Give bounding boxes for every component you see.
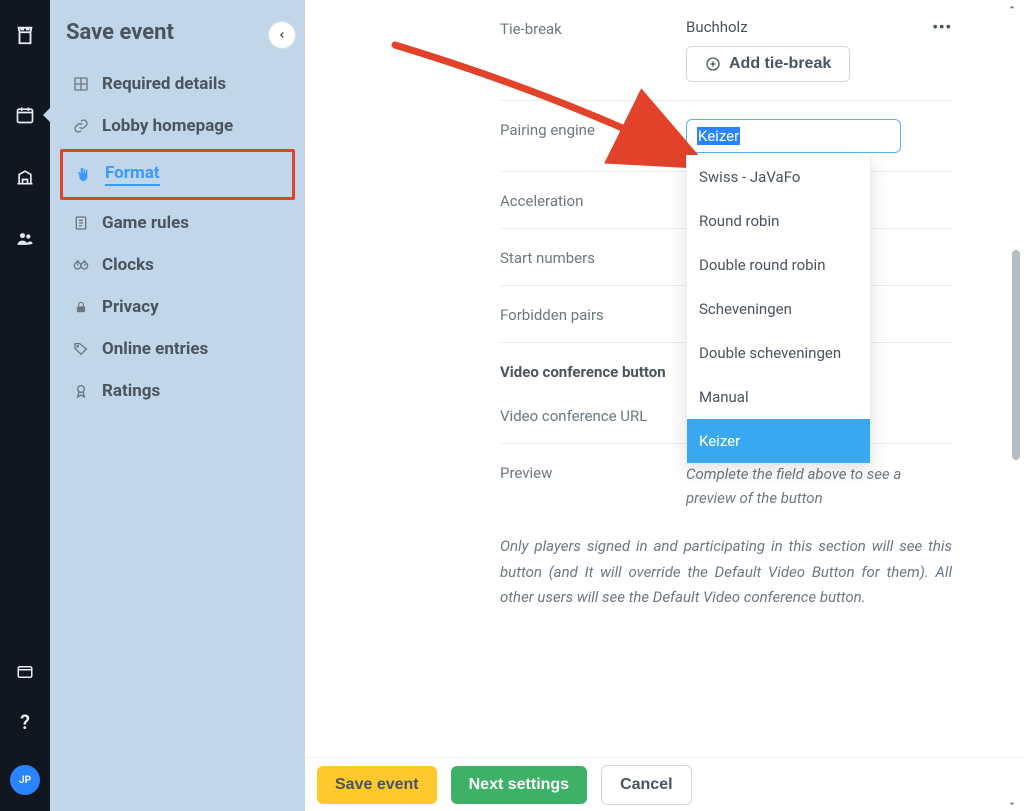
sidebar-item-label: Clocks (102, 255, 154, 275)
label-tie-break: Tie-break (500, 18, 686, 38)
pairing-engine-input[interactable]: Keizer (686, 119, 901, 153)
pairing-engine-combobox[interactable]: Keizer Swiss - JaVaFo Round robin Double… (686, 119, 901, 153)
avatar[interactable]: JP (10, 765, 40, 795)
sidebar-item-label: Game rules (102, 213, 189, 233)
icon-rail: ? JP (0, 0, 50, 811)
row-pairing-engine: Pairing engine Keizer Swiss - JaVaFo Rou… (500, 101, 952, 172)
preview-hint: Complete the field above to see a previe… (686, 462, 952, 510)
scroll-up-icon (1007, 2, 1017, 12)
plus-circle-icon (705, 56, 721, 72)
page-title: Save event (64, 20, 291, 45)
add-tie-break-label: Add tie-break (729, 55, 831, 73)
chess-tower-icon (14, 24, 36, 46)
sidebar-item-lobby-homepage[interactable]: Lobby homepage (64, 105, 291, 147)
label-pairing-engine: Pairing engine (500, 119, 686, 139)
sidebar-item-label: Format (105, 163, 160, 186)
sidebar-item-label: Online entries (102, 339, 208, 359)
link-icon (72, 118, 90, 134)
label-forbidden-pairs: Forbidden pairs (500, 304, 686, 324)
label-preview: Preview (500, 462, 686, 482)
scroll-down-icon (1007, 799, 1017, 809)
label-video-url: Video conference URL (500, 405, 686, 425)
pairing-engine-dropdown: Swiss - JaVaFo Round robin Double round … (686, 155, 871, 464)
sidebar-item-label: Required details (102, 74, 226, 94)
sidebar-item-required-details[interactable]: Required details (64, 63, 291, 105)
sidebar-item-ratings[interactable]: Ratings (64, 370, 291, 412)
main-panel: Tie-break Buchholz ••• Add tie-break Pai… (305, 0, 1024, 811)
sidebar-item-online-entries[interactable]: Online entries (64, 328, 291, 370)
sidebar-item-label: Lobby homepage (102, 116, 233, 136)
dropdown-option-keizer[interactable]: Keizer (687, 419, 870, 463)
chevron-left-icon (277, 30, 287, 40)
window-icon (16, 663, 34, 681)
dropdown-option-double-round-robin[interactable]: Double round robin (687, 243, 870, 287)
label-acceleration: Acceleration (500, 190, 686, 210)
rail-window[interactable] (0, 647, 50, 697)
building-icon (15, 167, 35, 187)
dropdown-option-round-robin[interactable]: Round robin (687, 199, 870, 243)
medal-icon (72, 383, 90, 399)
sidebar-item-label: Privacy (102, 297, 159, 317)
hand-icon (75, 167, 93, 183)
dropdown-option-swiss-javafo[interactable]: Swiss - JaVaFo (687, 155, 870, 199)
cancel-button[interactable]: Cancel (601, 765, 691, 805)
lock-icon (72, 299, 90, 315)
sidebar-item-label: Ratings (102, 381, 160, 401)
clock-icon (72, 257, 90, 273)
scrollbar-thumb[interactable] (1012, 250, 1020, 460)
video-note: Only players signed in and participating… (500, 528, 952, 611)
sidebar-item-game-rules[interactable]: Game rules (64, 202, 291, 244)
annotation-highlight: Format (60, 149, 295, 200)
calendar-icon (15, 105, 35, 125)
dropdown-option-scheveningen[interactable]: Scheveningen (687, 287, 870, 331)
row-tie-break: Tie-break Buchholz ••• Add tie-break (500, 0, 952, 101)
sidebar-item-clocks[interactable]: Clocks (64, 244, 291, 286)
rail-logo[interactable] (0, 10, 50, 60)
collapse-sidebar-button[interactable] (269, 22, 295, 48)
heading-video-conference-button: Video conference button (500, 361, 686, 381)
tie-break-menu-button[interactable]: ••• (932, 18, 952, 36)
rail-help[interactable]: ? (0, 697, 50, 747)
vertical-scrollbar[interactable] (1005, 0, 1020, 811)
sidebar-item-format[interactable]: Format (67, 152, 288, 197)
sidebar: Save event Required details Lobby homepa… (50, 0, 305, 811)
users-icon (15, 229, 35, 249)
sidebar-item-privacy[interactable]: Privacy (64, 286, 291, 328)
rail-calendar[interactable] (0, 90, 50, 140)
dropdown-option-double-scheveningen[interactable]: Double scheveningen (687, 331, 870, 375)
question-icon: ? (20, 710, 30, 734)
add-tie-break-button[interactable]: Add tie-break (686, 46, 850, 82)
dropdown-option-manual[interactable]: Manual (687, 375, 870, 419)
tag-icon (72, 341, 90, 357)
footer-actions: Save event Next settings Cancel (305, 757, 1024, 811)
form-content: Tie-break Buchholz ••• Add tie-break Pai… (500, 0, 970, 611)
grid-icon (72, 76, 90, 92)
document-icon (72, 215, 90, 231)
rail-players[interactable] (0, 214, 50, 264)
tie-break-value: Buchholz (686, 18, 748, 36)
next-settings-button[interactable]: Next settings (451, 766, 587, 804)
rail-venue[interactable] (0, 152, 50, 202)
label-start-numbers: Start numbers (500, 247, 686, 267)
save-event-button[interactable]: Save event (317, 766, 437, 804)
